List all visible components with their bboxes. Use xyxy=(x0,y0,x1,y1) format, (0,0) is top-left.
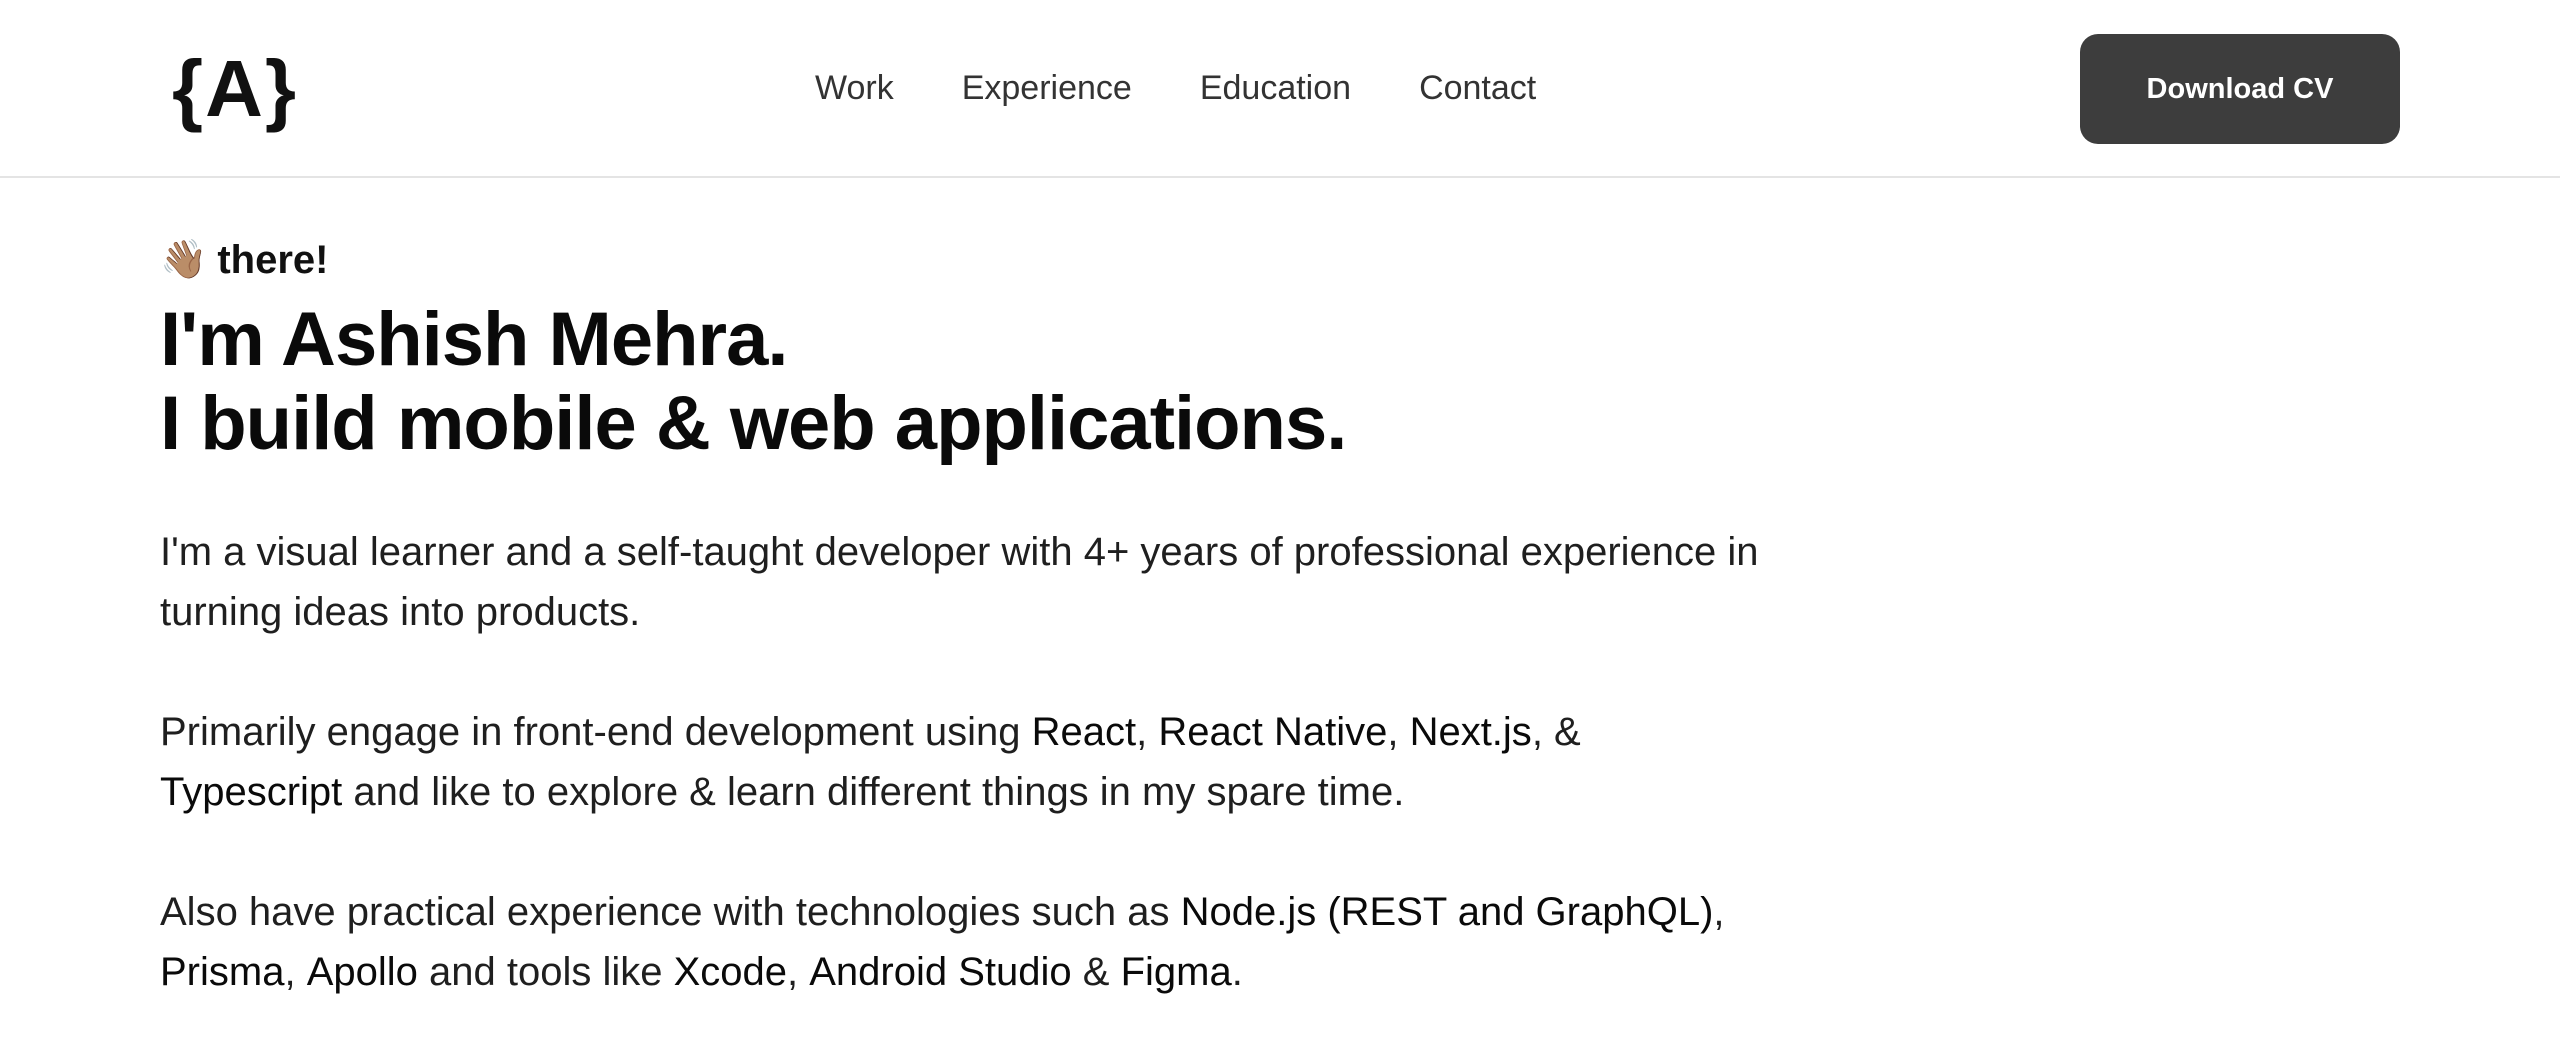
main-nav: Work Experience Education Contact xyxy=(815,60,1536,116)
frontend-paragraph: Primarily engage in front-end developmen… xyxy=(160,702,1760,822)
separator: , xyxy=(1136,710,1159,754)
paragraph-text: Also have practical experience with tech… xyxy=(160,890,1181,934)
hero-headline: I'm Ashish Mehra. I build mobile & web a… xyxy=(160,298,1760,466)
paragraph-text: Primarily engage in front-end developmen… xyxy=(160,710,1032,754)
waving-hand-icon: 👋🏽 xyxy=(160,239,208,281)
intro-paragraph: I'm a visual learner and a self-taught d… xyxy=(160,530,1759,634)
tech-react: React xyxy=(1031,710,1137,754)
experience-paragraph: Also have practical experience with tech… xyxy=(160,882,1760,1002)
tool-android-studio: Android Studio xyxy=(809,950,1072,994)
separator: , xyxy=(284,950,307,994)
download-cv-button[interactable]: Download CV xyxy=(2080,34,2400,144)
paragraph-text: . xyxy=(1231,950,1243,994)
nav-link-work[interactable]: Work xyxy=(815,69,894,108)
separator: , xyxy=(787,950,810,994)
nav-link-education[interactable]: Education xyxy=(1200,69,1351,108)
tech-apollo: Apollo xyxy=(306,950,418,994)
greeting-text: there! xyxy=(217,237,329,282)
separator: , xyxy=(1387,710,1410,754)
headline-line-2: I build mobile & web applications. xyxy=(160,381,1347,466)
top-navbar: {A} Work Experience Education Contact Do… xyxy=(0,0,2560,178)
tech-nodejs: Node.js (REST and GraphQL) xyxy=(1180,890,1714,934)
greeting: 👋🏽 there! xyxy=(160,232,1760,288)
tool-figma: Figma xyxy=(1120,950,1232,994)
headline-line-1: I'm Ashish Mehra. xyxy=(160,297,789,382)
paragraph-text: and tools like xyxy=(417,950,674,994)
nav-link-contact[interactable]: Contact xyxy=(1419,69,1536,108)
tech-nextjs: Next.js xyxy=(1409,710,1532,754)
nav-link-experience[interactable]: Experience xyxy=(962,69,1132,108)
tool-xcode: Xcode xyxy=(673,950,788,994)
separator: & xyxy=(1071,950,1121,994)
hero-section: 👋🏽 there! I'm Ashish Mehra. I build mobi… xyxy=(160,232,1760,1002)
site-logo[interactable]: {A} xyxy=(172,44,298,134)
separator: , & xyxy=(1531,710,1581,754)
separator: , xyxy=(1713,890,1725,934)
tech-typescript: Typescript xyxy=(160,770,343,814)
tech-react-native: React Native xyxy=(1158,710,1388,754)
tech-prisma: Prisma xyxy=(160,950,285,994)
paragraph-text: and like to explore & learn different th… xyxy=(342,770,1405,814)
